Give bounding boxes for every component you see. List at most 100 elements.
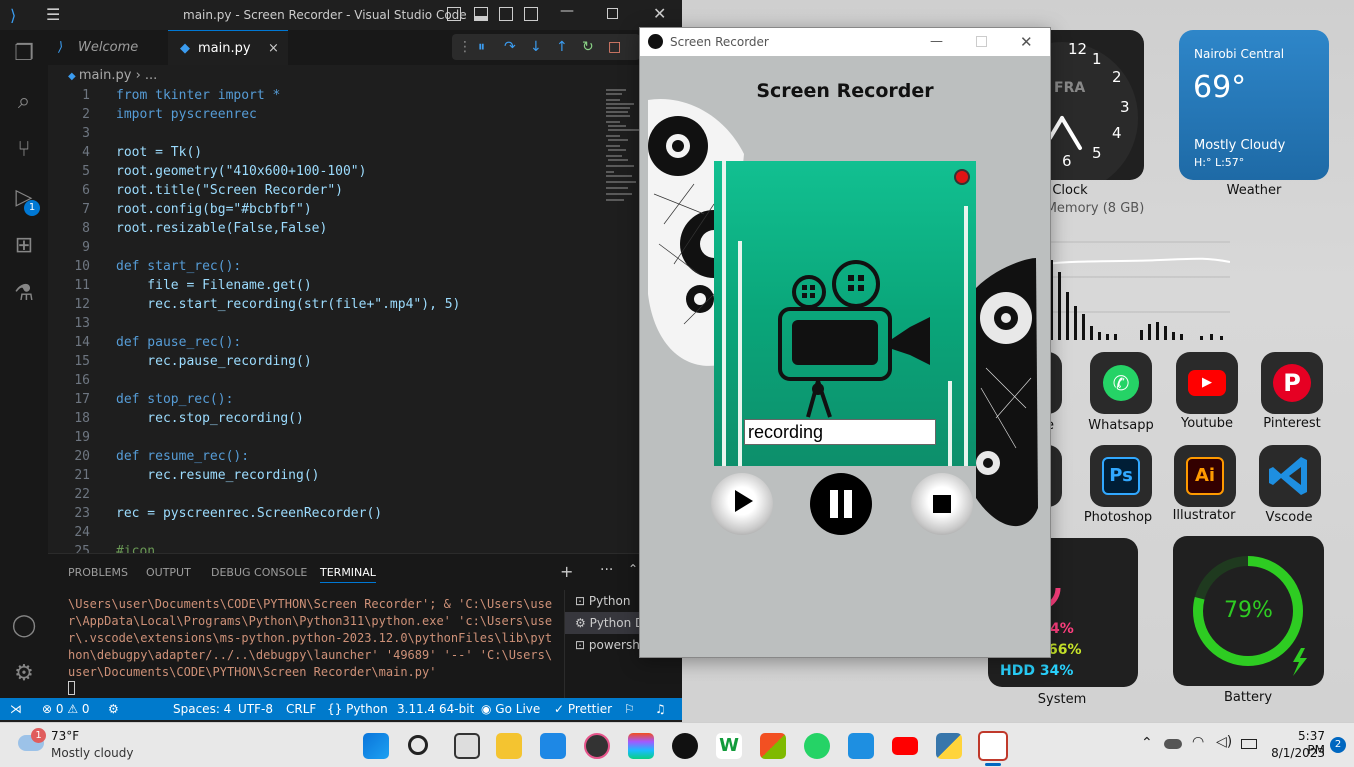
toggle-secondary-icon[interactable] [499,7,513,21]
terminal-item-label: powersh [588,638,640,652]
breadcrumb[interactable]: ◆ main.py › ... [48,65,682,87]
line-number: 9 [82,240,90,255]
language-status[interactable]: {} Python [327,698,388,720]
toggle-sidebar-icon[interactable] [447,7,461,21]
minimize-icon[interactable]: — [930,28,943,56]
python-taskbar-icon[interactable] [936,733,962,759]
close-icon[interactable]: ✕ [1020,28,1033,56]
chevron-up-icon[interactable]: ⌃ [1141,735,1153,751]
vscode-app[interactable] [1259,445,1321,507]
pause-button[interactable] [810,473,872,535]
notifications-bell-icon[interactable]: ♫ [655,698,666,720]
prettier-status[interactable]: ✓ Prettier [554,698,612,720]
tab-main-py[interactable]: ◆ main.py × [168,30,288,65]
toggle-panel-icon[interactable] [474,7,488,21]
recorder-window-title: Screen Recorder [670,35,769,49]
screen-recorder-window[interactable]: Screen Recorder — ✕ Screen Recorder reco… [639,27,1051,658]
taskbar-weather-cond[interactable]: Mostly cloudy [51,746,134,760]
line-number: 8 [82,221,90,236]
illustrator-app[interactable]: Ai [1174,445,1236,507]
volume-icon[interactable]: ◁) [1216,734,1232,750]
maximize-icon[interactable] [976,36,987,47]
line-number: 6 [82,183,90,198]
photoshop-app[interactable]: Ps [1090,445,1152,507]
terminal-icon: ⊡ [575,638,589,652]
recorder-taskbar-icon[interactable] [978,731,1008,761]
panel-tab-output[interactable]: OUTPUT [146,566,191,579]
remote-icon[interactable]: ⋊ [10,698,22,720]
search-icon[interactable]: ⌕ [8,86,40,118]
maximize-icon[interactable] [607,8,618,19]
youtube-taskbar-icon[interactable] [892,737,918,755]
line-number: 4 [82,145,90,160]
search-icon[interactable] [408,735,428,755]
wifi-icon[interactable]: ◠ [1192,734,1204,750]
step-out-icon[interactable]: ↑ [556,34,568,60]
vscode-taskbar-icon[interactable] [848,733,874,759]
debug-status-icon[interactable]: ⚙ [108,698,119,720]
indent-status[interactable]: Spaces: 4 [173,698,231,720]
weather-widget[interactable]: Nairobi Central 69° Mostly Cloudy H:° L:… [1179,30,1329,180]
extensions-icon[interactable]: ⊞ [8,230,40,262]
panel-tab-terminal[interactable]: TERMINAL [320,566,376,583]
eol-status[interactable]: CRLF [286,698,316,720]
tab-welcome[interactable]: ⟩ Welcome [48,30,168,65]
file-explorer-icon[interactable] [496,733,522,759]
menu-icon[interactable]: ☰ [46,5,60,24]
account-icon[interactable]: ◯ [8,610,40,642]
errors-status[interactable]: ⊗ 0 ⚠ 0 [42,698,90,720]
figma-icon[interactable] [628,733,654,759]
add-terminal-icon[interactable]: + [560,562,573,581]
start-button[interactable] [711,473,773,535]
taskbar: 1 73°F Mostly cloudy W ⌃ ◠ ◁) 5:37 PM 8/… [0,722,1354,767]
source-control-icon[interactable]: ⑂ [8,134,40,166]
battery-widget[interactable]: 79% [1173,536,1324,686]
mail-icon[interactable] [540,733,566,759]
store-icon[interactable] [760,733,786,759]
stop-button[interactable] [911,473,973,535]
encoding-status[interactable]: UTF-8 [238,698,273,720]
step-into-icon[interactable]: ↓ [530,34,542,60]
code-line: def resume_rec(): [116,449,250,464]
testing-icon[interactable]: ⚗ [8,278,40,310]
tab-close-icon[interactable]: × [268,31,279,66]
taskbar-weather-temp[interactable]: 73°F [51,729,79,743]
github-icon[interactable] [672,733,698,759]
media-player-icon[interactable] [584,733,610,759]
restart-icon[interactable]: ↻ [582,34,594,60]
layout-icon[interactable] [524,7,538,21]
explorer-icon[interactable]: ❐ [8,38,40,70]
pinterest-app[interactable]: P [1261,352,1323,414]
panel-tab-problems[interactable]: PROBLEMS [68,566,128,579]
onedrive-icon[interactable] [1164,739,1182,749]
go-live-button[interactable]: ◉ Go Live [481,698,540,720]
line-number: 7 [82,202,90,217]
drag-handle-icon[interactable]: ⋮ [458,34,472,60]
battery-icon[interactable] [1241,739,1257,749]
youtube-app[interactable]: ▶ [1176,352,1238,414]
terminal-line: r\.vscode\extensions\ms-python.python-20… [68,631,553,645]
interpreter-status[interactable]: 3.11.4 64-bit [397,698,474,720]
start-icon[interactable] [363,733,389,759]
filename-input[interactable]: recording [744,419,936,445]
vscode-window[interactable]: ⟩ ☰ main.py - Screen Recorder - Visual S… [0,0,683,722]
notification-badge[interactable]: 2 [1330,737,1346,753]
pause-icon[interactable]: ⏸ [478,34,485,60]
task-view-icon[interactable] [454,733,480,759]
minimize-icon[interactable]: — [560,3,574,19]
whatsapp-app[interactable]: ✆ [1090,352,1152,414]
wps-icon[interactable]: W [716,733,742,759]
panel-tab-debug-console[interactable]: DEBUG CONSOLE [211,566,307,579]
step-over-icon[interactable]: ↷ [504,34,516,60]
whatsapp-taskbar-icon[interactable] [804,733,830,759]
code-editor[interactable]: 1 from tkinter import * 2 import pyscreenre… [48,87,600,559]
terminal-output[interactable]: \Users\user\Documents\CODE\PYTHON\Screen… [68,596,553,681]
clock-date[interactable]: 8/1/2023 [1270,746,1325,760]
close-icon[interactable]: ✕ [653,4,666,23]
stop-icon[interactable]: □ [608,34,621,60]
feedback-icon[interactable]: ⚐ [624,698,635,720]
more-icon[interactable]: ··· [600,562,613,578]
code-line: rec.stop_recording() [116,411,304,426]
settings-gear-icon[interactable]: ⚙ [8,658,40,690]
chevron-up-icon[interactable]: ⌃ [628,562,638,576]
